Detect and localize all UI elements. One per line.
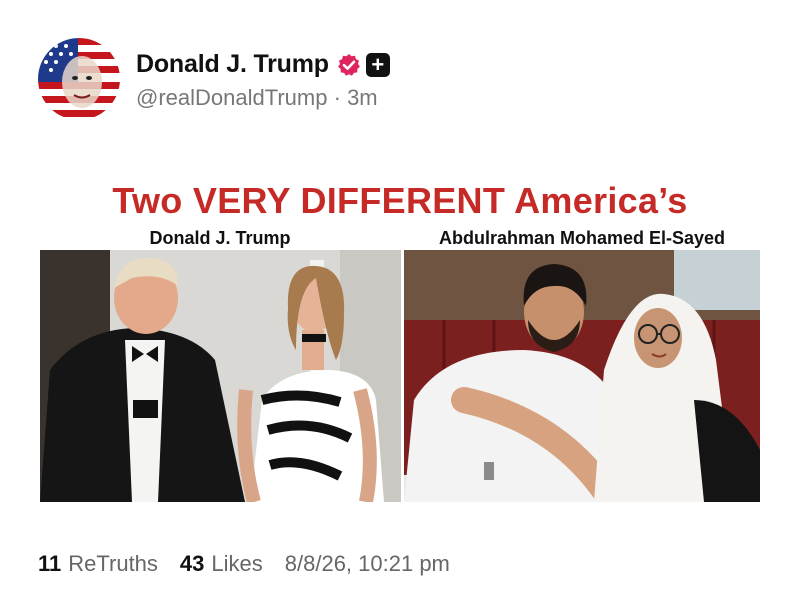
display-name[interactable]: Donald J. Trump <box>136 50 329 79</box>
avatar[interactable] <box>38 38 120 120</box>
post-stats: 11 ReTruths 43 Likes 8/8/26, 10:21 pm <box>38 551 450 577</box>
likes-count[interactable]: 43 <box>180 551 204 577</box>
retruths-label[interactable]: ReTruths <box>68 551 158 577</box>
image-headline: Two VERY DIFFERENT America’s <box>112 180 688 221</box>
handle-row: @realDonaldTrump · 3m <box>136 85 390 111</box>
time-ago[interactable]: 3m <box>347 85 378 110</box>
likes-label[interactable]: Likes <box>211 551 262 577</box>
handle[interactable]: @realDonaldTrump <box>136 85 327 110</box>
right-photo <box>404 250 760 502</box>
flag-face-avatar-icon <box>38 38 120 120</box>
separator: · <box>333 85 341 110</box>
post-timestamp: 8/8/26, 10:21 pm <box>284 551 450 576</box>
plus-icon[interactable]: + <box>365 52 390 77</box>
retruths-count[interactable]: 11 <box>38 551 61 577</box>
verified-badge-icon <box>337 53 361 77</box>
post-header: Donald J. Trump + @realDonaldTrump · 3m <box>38 38 390 120</box>
left-caption: Donald J. Trump <box>149 228 291 248</box>
post-image[interactable]: Two VERY DIFFERENT America’s Donald J. T… <box>40 172 760 502</box>
right-caption: Abdulrahman Mohamed El-Sayed <box>438 228 726 248</box>
left-photo <box>40 250 401 502</box>
